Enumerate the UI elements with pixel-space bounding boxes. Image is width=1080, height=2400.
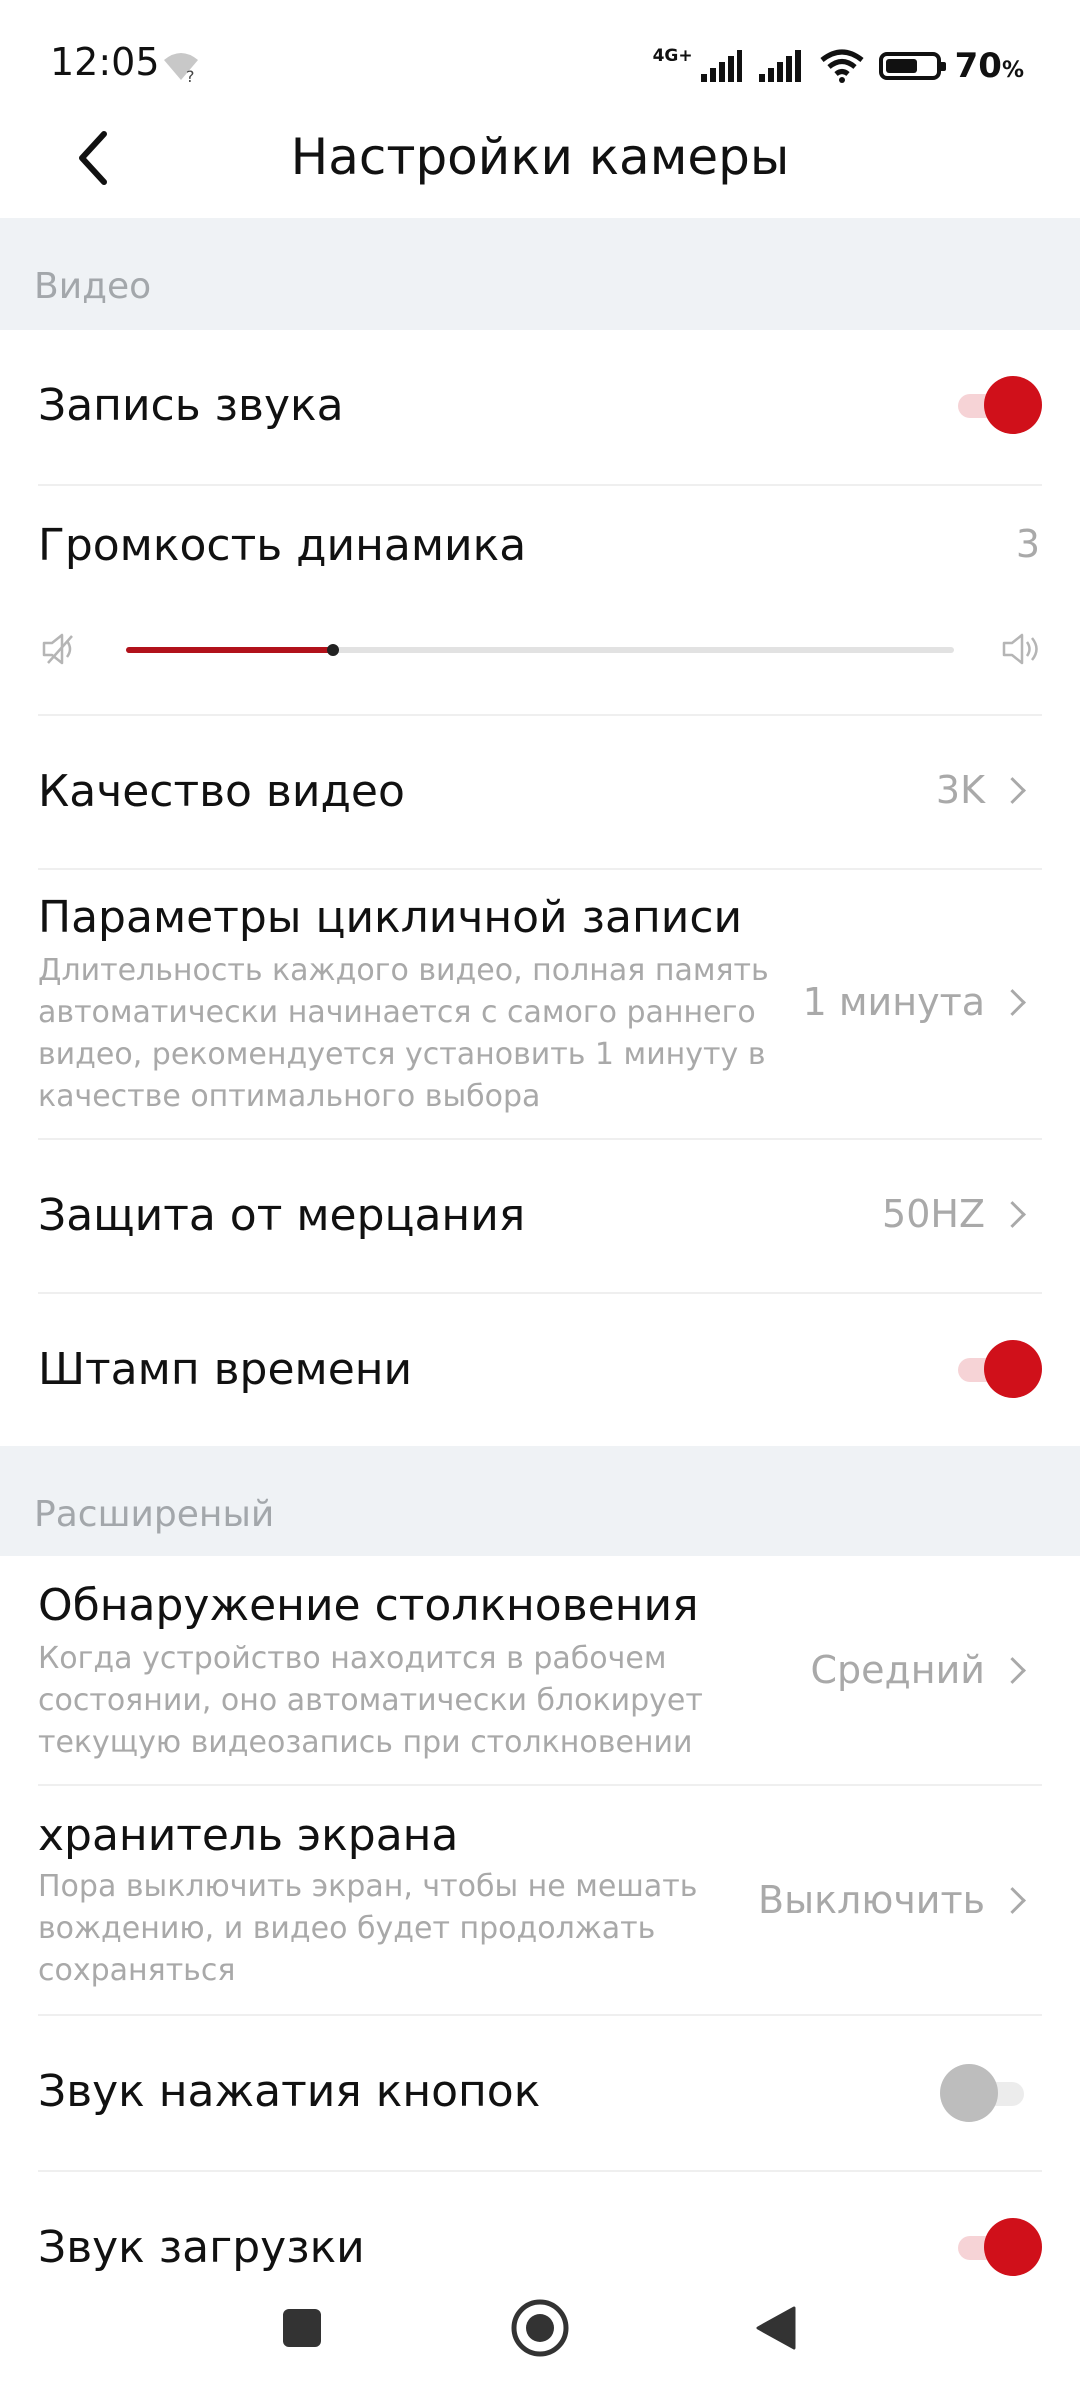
setting-title: Громкость динамика <box>38 520 527 571</box>
button-sound-toggle[interactable] <box>940 2064 1030 2124</box>
setting-description: Когда устройство находится в рабочем сос… <box>38 1641 703 1760</box>
setting-title: Параметры цикличной записи <box>38 892 743 943</box>
setting-title: Обнаружение столкновения <box>38 1580 699 1631</box>
setting-row-video-quality[interactable]: Качество видео 3K <box>0 716 1080 868</box>
setting-row-screensaver[interactable]: хранитель экрана Пора выключить экран, ч… <box>0 1786 1080 2014</box>
loop-recording-value: 1 минута <box>803 980 1026 1024</box>
setting-title: Штамп времени <box>38 1344 413 1395</box>
battery-icon <box>878 52 946 80</box>
setting-title: Звук нажатия кнопок <box>38 2066 541 2117</box>
status-icons: 4G+ 70% <box>653 44 1024 88</box>
volume-up-icon <box>1002 633 1038 665</box>
setting-title: Качество видео <box>38 766 405 817</box>
section-header-video: Видео <box>0 218 1080 330</box>
screensaver-value: Выключить <box>758 1878 1026 1922</box>
anti-flicker-value: 50HZ <box>882 1192 1026 1236</box>
volume-slider[interactable] <box>126 634 954 664</box>
volume-value: 3 <box>1015 522 1040 566</box>
chevron-right-icon <box>999 1886 1026 1914</box>
network-type-label: 4G+ <box>652 46 693 66</box>
setting-title: Защита от мерцания <box>38 1190 526 1241</box>
setting-row-button-sound: Звук нажатия кнопок <box>0 2016 1080 2170</box>
battery-percent: 70% <box>954 46 1024 86</box>
setting-row-loop-recording[interactable]: Параметры цикличной записи Длительность … <box>0 870 1080 1138</box>
setting-row-timestamp: Штамп времени <box>0 1294 1080 1446</box>
page-title: Настройки камеры <box>290 128 790 186</box>
video-quality-value: 3K <box>936 768 1026 812</box>
back-nav-button[interactable] <box>736 2288 816 2368</box>
wifi-icon <box>820 49 864 83</box>
home-circle-icon <box>511 2299 569 2357</box>
chevron-right-icon <box>999 1200 1026 1228</box>
chevron-right-icon <box>999 1656 1026 1684</box>
section-header-advanced: Расширеный <box>0 1446 1080 1556</box>
setting-title: Запись звука <box>38 380 344 431</box>
svg-text:?: ? <box>186 67 195 84</box>
system-nav-bar <box>0 2258 1080 2400</box>
recents-button[interactable] <box>262 2288 342 2368</box>
triangle-back-icon <box>756 2306 796 2350</box>
wifi-unknown-icon: ? <box>164 53 198 84</box>
signal-icon-2 <box>758 50 801 82</box>
collision-detection-value: Средний <box>810 1648 1026 1692</box>
setting-row-boot-sound: Звук загрузки <box>0 2172 1080 2276</box>
timestamp-toggle[interactable] <box>952 1340 1042 1400</box>
setting-description: Длительность каждого видео, полная памят… <box>38 953 769 1114</box>
setting-row-collision-detection[interactable]: Обнаружение столкновения Когда устройств… <box>0 1556 1080 1784</box>
setting-title: хранитель экрана <box>38 1810 459 1861</box>
home-button[interactable] <box>500 2288 580 2368</box>
setting-description: Пора выключить экран, чтобы не мешать во… <box>38 1869 698 1988</box>
status-time: 12:05 <box>50 40 160 84</box>
section-label: Расширеный <box>34 1494 275 1535</box>
chevron-right-icon <box>999 776 1026 804</box>
volume-mute-icon <box>42 633 73 665</box>
setting-row-anti-flicker[interactable]: Защита от мерцания 50HZ <box>0 1140 1080 1292</box>
square-icon <box>283 2309 321 2347</box>
sound-recording-toggle[interactable] <box>952 376 1042 436</box>
signal-icon <box>700 50 742 82</box>
chevron-right-icon <box>999 988 1026 1016</box>
setting-row-sound-recording: Запись звука <box>0 330 1080 484</box>
header: Настройки камеры <box>0 100 1080 218</box>
setting-row-speaker-volume: Громкость динамика 3 <box>0 486 1080 714</box>
section-label: Видео <box>34 266 152 307</box>
